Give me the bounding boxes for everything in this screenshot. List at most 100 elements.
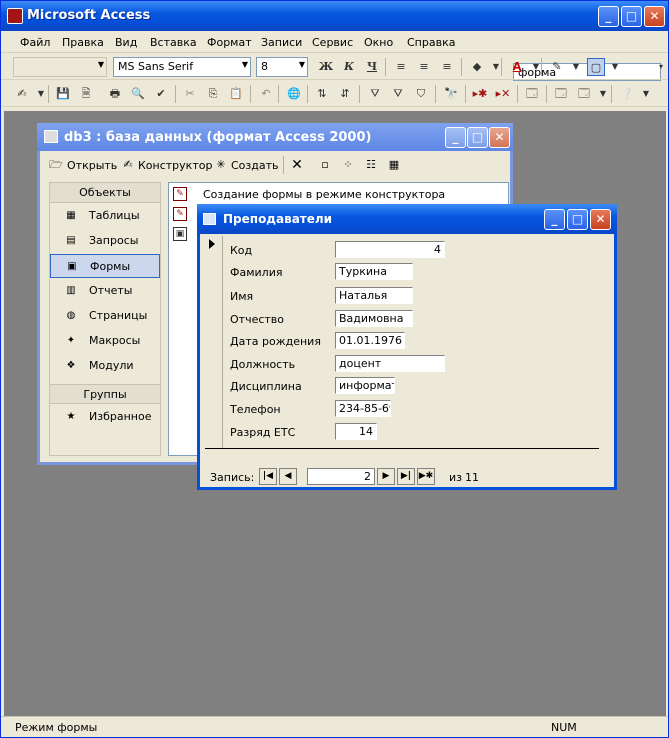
field-surname[interactable]: Туркина [335, 263, 413, 280]
line-color-icon[interactable]: ✎ [548, 58, 566, 76]
objects-item-macros[interactable]: ✦ Макросы [50, 329, 160, 353]
underline-button[interactable]: Ч [363, 58, 381, 76]
field-discipline[interactable]: информати [335, 377, 395, 394]
menu-edit[interactable]: Правка [62, 36, 104, 49]
next-record-button[interactable]: ▶ [377, 468, 395, 485]
menu-format[interactable]: Формат [207, 36, 252, 49]
delete-icon[interactable]: ✕ [290, 158, 304, 172]
undo-icon[interactable]: ↶ [257, 85, 275, 103]
menu-window[interactable]: Окно [364, 36, 393, 49]
border-style-icon[interactable]: ▢ [587, 58, 605, 76]
field-phone[interactable]: 234-85-69 [335, 400, 391, 417]
menu-help[interactable]: Справка [407, 36, 455, 49]
app-title-bar[interactable]: Microsoft Access _ □ ✕ [1, 1, 668, 31]
database-window-icon[interactable]: 🗔 [552, 85, 570, 103]
objects-item-tables[interactable]: ▦ Таблицы [50, 204, 160, 228]
chevron-down-icon[interactable]: ▼ [637, 85, 655, 103]
font-name-combo[interactable]: MS Sans Serif ▼ [113, 57, 251, 77]
access-logo-icon [7, 8, 23, 24]
object-selector-combo[interactable]: ▼ [13, 57, 107, 77]
previous-record-button[interactable]: ◀ [279, 468, 297, 485]
cut-icon[interactable]: ✂ [181, 85, 199, 103]
field-position[interactable]: доцент [335, 355, 445, 372]
field-patronymic[interactable]: Вадимовна [335, 310, 413, 327]
groups-item-favorites[interactable]: ★ Избранное [50, 405, 160, 429]
maximize-button[interactable]: □ [621, 6, 642, 27]
open-button[interactable]: Открыть [67, 159, 117, 172]
details-view-icon[interactable]: ▦ [387, 158, 401, 172]
menu-file[interactable]: Файл [20, 36, 50, 49]
align-left-icon[interactable]: ≡ [392, 58, 410, 76]
toolbar-separator [250, 85, 251, 103]
delete-record-icon[interactable]: ▸✕ [494, 85, 512, 103]
apply-filter-icon[interactable]: ⛉ [412, 85, 430, 103]
form-window-title-bar[interactable]: Преподаватели _ □ ✕ [197, 204, 617, 234]
filter-by-form-icon[interactable]: ⛛ [389, 85, 407, 103]
view-design-icon[interactable]: ✍ [13, 85, 31, 103]
chevron-down-icon[interactable]: ▼ [487, 58, 505, 76]
close-button[interactable]: ✕ [644, 6, 665, 27]
new-record-icon[interactable]: ▸✱ [471, 85, 489, 103]
menu-tools[interactable]: Сервис [312, 36, 353, 49]
print-icon[interactable]: 🖶 [106, 85, 124, 103]
field-name[interactable]: Наталья [335, 287, 413, 304]
first-record-button[interactable]: |◀ [259, 468, 277, 485]
filter-by-selection-icon[interactable]: ⛛ [366, 85, 384, 103]
help-icon[interactable]: ❔ [618, 85, 636, 103]
font-color-icon[interactable]: A [508, 58, 526, 76]
field-code[interactable]: 4 [335, 241, 445, 258]
bold-button[interactable]: Ж [317, 58, 335, 76]
field-grade[interactable]: 14 [335, 423, 377, 440]
insert-hyperlink-icon[interactable]: 🌐 [285, 85, 303, 103]
align-center-icon[interactable]: ≡ [415, 58, 433, 76]
minimize-button[interactable]: _ [598, 6, 619, 27]
create-button[interactable]: Создать [231, 159, 279, 172]
chevron-down-icon[interactable]: ▼ [606, 58, 624, 76]
fill-color-icon[interactable]: ◆ [468, 58, 486, 76]
field-label-surname: Фамилия [230, 266, 283, 279]
form-minimize-button[interactable]: _ [544, 209, 565, 230]
db-minimize-button[interactable]: _ [445, 127, 466, 148]
objects-item-forms[interactable]: ▣ Формы [50, 254, 160, 278]
font-size-combo[interactable]: 8 ▼ [256, 57, 308, 77]
paste-icon[interactable]: 📋 [227, 85, 245, 103]
italic-button[interactable]: К [340, 58, 358, 76]
chevron-down-icon[interactable]: ▼ [594, 85, 612, 103]
large-icons-icon[interactable]: ▫ [318, 158, 332, 172]
chevron-down-icon[interactable]: ▼ [527, 58, 545, 76]
print-preview-icon[interactable]: 🔍 [129, 85, 147, 103]
toolbar-options-icon[interactable]: ▾ [652, 58, 669, 76]
spelling-icon[interactable]: ✔ [152, 85, 170, 103]
objects-item-reports[interactable]: ▥ Отчеты [50, 279, 160, 303]
design-button[interactable]: Конструктор [138, 159, 212, 172]
copy-icon[interactable]: ⎘ [204, 85, 222, 103]
db-close-button[interactable]: ✕ [489, 127, 510, 148]
db-maximize-button[interactable]: □ [467, 127, 488, 148]
sort-ascending-icon[interactable]: ⇅ [313, 85, 331, 103]
search-files-icon[interactable]: 🗎 [77, 85, 95, 103]
small-icons-icon[interactable]: ⁘ [341, 158, 355, 172]
align-right-icon[interactable]: ≡ [438, 58, 456, 76]
last-record-button[interactable]: ▶| [397, 468, 415, 485]
sort-descending-icon[interactable]: ⇵ [336, 85, 354, 103]
field-birth-date[interactable]: 01.01.1976 [335, 332, 405, 349]
chevron-down-icon[interactable]: ▼ [567, 58, 585, 76]
new-object-icon[interactable]: 🗔 [575, 85, 593, 103]
properties-icon[interactable]: 🗔 [523, 85, 541, 103]
find-icon[interactable]: 🔭 [442, 85, 460, 103]
current-record-input[interactable]: 2 [307, 468, 375, 485]
menu-records[interactable]: Записи [261, 36, 302, 49]
objects-item-label: Модули [89, 359, 134, 372]
objects-item-modules[interactable]: ❖ Модули [50, 354, 160, 378]
new-record-button[interactable]: ▶✱ [417, 468, 435, 485]
database-window-title-bar[interactable]: db3 : база данных (формат Access 2000) _… [37, 123, 513, 151]
record-selector[interactable] [205, 236, 223, 448]
form-close-button[interactable]: ✕ [590, 209, 611, 230]
list-view-icon[interactable]: ☷ [364, 158, 378, 172]
menu-insert[interactable]: Вставка [150, 36, 197, 49]
save-icon[interactable]: 💾 [54, 85, 72, 103]
menu-view[interactable]: Вид [115, 36, 137, 49]
form-maximize-button[interactable]: □ [567, 209, 588, 230]
objects-item-queries[interactable]: ▤ Запросы [50, 229, 160, 253]
objects-item-pages[interactable]: ◍ Страницы [50, 304, 160, 328]
